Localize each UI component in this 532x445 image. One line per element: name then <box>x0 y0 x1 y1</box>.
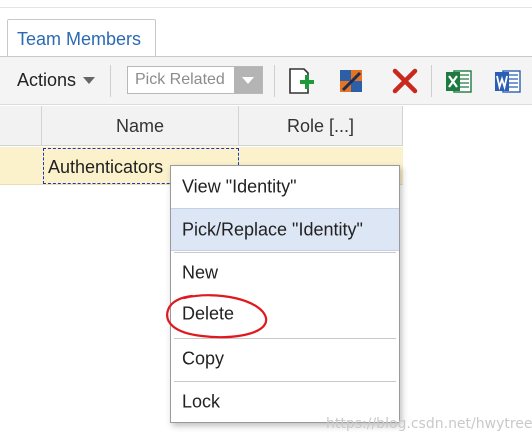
menu-item-label: Lock <box>182 391 221 412</box>
tab-team-members-label: Team Members <box>17 29 142 49</box>
tab-team-members[interactable]: Team Members <box>7 19 156 57</box>
add-new-icon[interactable] <box>286 66 316 96</box>
menu-item-label: New <box>182 262 219 283</box>
pick-related-dropdown-button[interactable] <box>234 67 262 93</box>
context-menu: View "Identity" Pick/Replace "Identity" … <box>170 165 400 423</box>
toolbar: Actions Pick Related <box>0 57 532 105</box>
pick-related-select-value: Pick Related <box>135 71 225 88</box>
menu-item-new[interactable]: New <box>171 253 399 293</box>
column-header-name[interactable]: Name <box>42 106 239 146</box>
menu-item-label: View "Identity" <box>182 176 297 196</box>
menu-item-pick-replace-identity[interactable]: Pick/Replace "Identity" <box>171 208 399 251</box>
grid-header: Name Role [...] <box>0 106 403 146</box>
menu-item-copy[interactable]: Copy <box>171 339 399 379</box>
column-header-role-label: Role [...] <box>286 116 355 136</box>
menu-item-label: Delete <box>182 303 235 323</box>
delete-icon[interactable] <box>390 66 420 96</box>
chevron-down-icon <box>83 77 96 84</box>
actions-menu-button[interactable]: Actions <box>17 70 96 91</box>
pick-related-select[interactable]: Pick Related <box>127 66 263 94</box>
pick-related-icon[interactable] <box>336 66 366 96</box>
excel-export-icon[interactable] <box>444 66 474 96</box>
column-header-name-label: Name <box>115 116 164 136</box>
watermark-text: https://blog.csdn.net/hwytree <box>326 416 532 432</box>
menu-item-label: Pick/Replace "Identity" <box>182 219 363 239</box>
toolbar-divider <box>274 65 275 97</box>
menu-item-label: Copy <box>182 348 225 369</box>
row-selector-header <box>0 106 42 146</box>
word-export-icon[interactable] <box>493 66 523 96</box>
column-header-role[interactable]: Role [...] <box>239 106 403 146</box>
toolbar-divider <box>110 65 111 97</box>
menu-item-view-identity[interactable]: View "Identity" <box>171 166 399 207</box>
toolbar-divider <box>431 65 432 97</box>
actions-label: Actions <box>17 70 77 90</box>
top-rule <box>0 7 532 8</box>
table-cell-name-value: Authenticators <box>48 157 164 177</box>
menu-item-delete[interactable]: Delete <box>171 293 399 334</box>
